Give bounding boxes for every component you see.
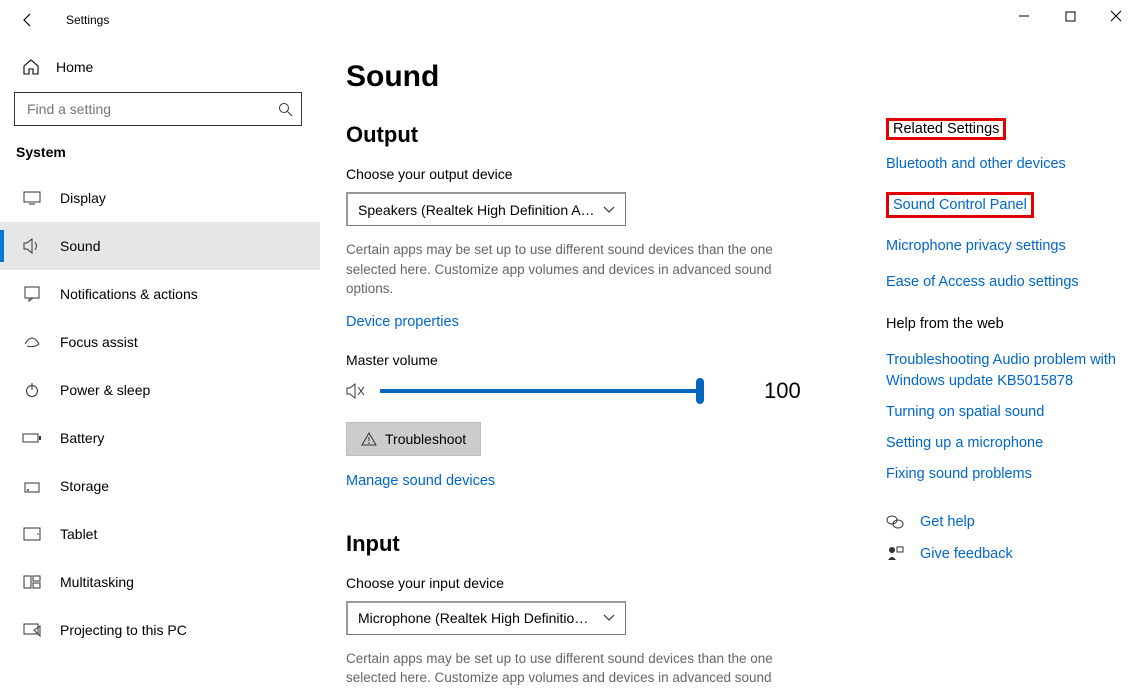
output-device-dropdown[interactable]: Speakers (Realtek High Definition A… (346, 192, 626, 226)
titlebar: Settings (0, 0, 1139, 40)
notifications-icon (22, 286, 42, 302)
nav-list: Display Sound Notifications & actions Fo… (0, 174, 320, 654)
main-content: Sound Output Choose your output device S… (320, 40, 1139, 689)
get-help-link[interactable]: Get help (920, 514, 975, 530)
focus-icon (22, 334, 42, 350)
slider-thumb[interactable] (696, 378, 704, 404)
nav-label: Storage (60, 478, 109, 494)
nav-projecting[interactable]: Projecting to this PC (0, 606, 320, 654)
back-button[interactable] (14, 6, 42, 34)
output-device-properties-link[interactable]: Device properties (346, 314, 459, 330)
mic-privacy-link[interactable]: Microphone privacy settings (886, 238, 1119, 254)
help-mic-link[interactable]: Setting up a microphone (886, 433, 1119, 454)
help-spatial-link[interactable]: Turning on spatial sound (886, 402, 1119, 423)
chevron-down-icon (603, 206, 615, 214)
nav-multitasking[interactable]: Multitasking (0, 558, 320, 606)
storage-icon (22, 478, 42, 494)
sidebar: Home System Display Sound (0, 40, 320, 689)
display-icon (22, 191, 42, 205)
nav-label: Notifications & actions (60, 286, 198, 302)
feedback-icon (886, 545, 904, 563)
give-feedback-link[interactable]: Give feedback (920, 546, 1013, 562)
troubleshoot-button[interactable]: Troubleshoot (346, 422, 481, 456)
nav-label: Battery (60, 430, 104, 446)
close-button[interactable] (1093, 0, 1139, 32)
nav-display[interactable]: Display (0, 174, 320, 222)
input-device-value: Microphone (Realtek High Definitio… (358, 610, 588, 626)
maximize-button[interactable] (1047, 0, 1093, 32)
input-heading: Input (346, 531, 826, 557)
input-hint: Certain apps may be set up to use differ… (346, 649, 806, 689)
related-settings-heading: Related Settings (886, 118, 1006, 140)
window-title: Settings (66, 13, 109, 27)
output-device-value: Speakers (Realtek High Definition A… (358, 202, 595, 218)
nav-label: Projecting to this PC (60, 622, 187, 638)
power-icon (22, 382, 42, 398)
nav-notifications[interactable]: Notifications & actions (0, 270, 320, 318)
search-input[interactable] (14, 92, 302, 126)
nav-label: Tablet (60, 526, 97, 542)
nav-label: Sound (60, 238, 100, 254)
help-fix-link[interactable]: Fixing sound problems (886, 464, 1119, 485)
nav-power-sleep[interactable]: Power & sleep (0, 366, 320, 414)
battery-icon (22, 432, 42, 444)
tablet-icon (22, 527, 42, 541)
sound-icon (22, 238, 42, 254)
input-device-dropdown[interactable]: Microphone (Realtek High Definitio… (346, 601, 626, 635)
master-volume-slider[interactable] (380, 380, 700, 402)
home-icon (22, 58, 40, 76)
manage-sound-devices-link[interactable]: Manage sound devices (346, 473, 495, 489)
warning-icon (361, 432, 377, 446)
nav-label: Display (60, 190, 106, 206)
sound-control-panel-link[interactable]: Sound Control Panel (886, 192, 1034, 218)
volume-value: 100 (764, 378, 801, 404)
nav-tablet[interactable]: Tablet (0, 510, 320, 558)
projecting-icon (22, 623, 42, 637)
nav-focus-assist[interactable]: Focus assist (0, 318, 320, 366)
troubleshoot-label: Troubleshoot (385, 431, 466, 447)
output-choose-label: Choose your output device (346, 166, 826, 182)
nav-battery[interactable]: Battery (0, 414, 320, 462)
volume-muted-icon[interactable] (346, 382, 366, 400)
ease-of-access-link[interactable]: Ease of Access audio settings (886, 274, 1119, 290)
nav-label: Power & sleep (60, 382, 150, 398)
page-title: Sound (346, 60, 1119, 94)
multitasking-icon (22, 575, 42, 589)
chevron-down-icon (603, 614, 615, 622)
minimize-button[interactable] (1001, 0, 1047, 32)
home-label: Home (56, 59, 93, 75)
master-volume-label: Master volume (346, 352, 826, 368)
home-link[interactable]: Home (14, 50, 306, 92)
search-icon (278, 102, 293, 117)
output-heading: Output (346, 122, 826, 148)
nav-storage[interactable]: Storage (0, 462, 320, 510)
get-help-icon (886, 513, 904, 531)
help-troubleshoot-link[interactable]: Troubleshooting Audio problem with Windo… (886, 350, 1119, 392)
output-hint: Certain apps may be set up to use differ… (346, 240, 806, 299)
category-heading: System (14, 144, 306, 174)
help-heading: Help from the web (886, 316, 1119, 332)
nav-label: Focus assist (60, 334, 138, 350)
input-choose-label: Choose your input device (346, 575, 826, 591)
bluetooth-link[interactable]: Bluetooth and other devices (886, 156, 1119, 172)
nav-label: Multitasking (60, 574, 134, 590)
search-field[interactable] (25, 100, 278, 118)
nav-sound[interactable]: Sound (0, 222, 320, 270)
